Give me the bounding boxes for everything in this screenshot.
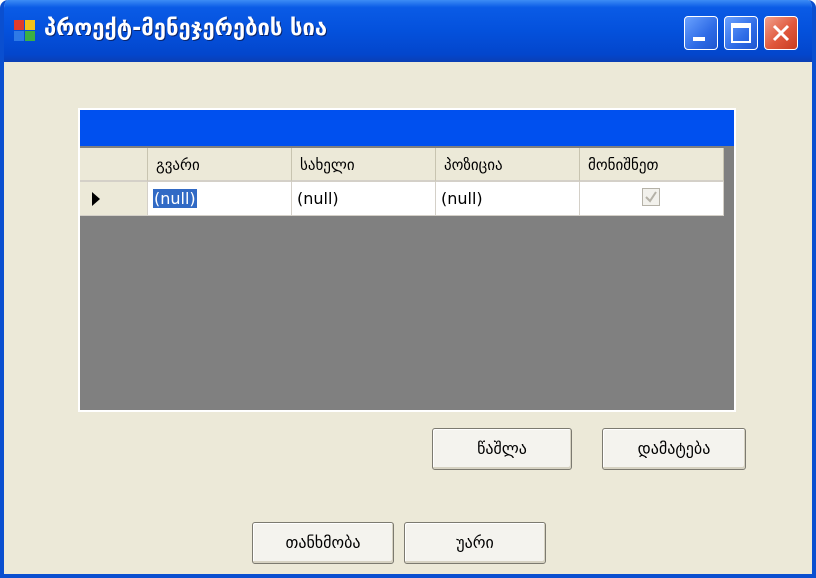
maximize-icon [731, 23, 751, 43]
cell-surname[interactable]: (null) [148, 182, 292, 216]
cell-position[interactable]: (null) [436, 182, 580, 216]
column-header-surname[interactable]: გვარი [148, 148, 292, 182]
checkmark-icon [645, 191, 657, 203]
title-bar[interactable]: პროექტ-მენეჯერების სია [4, 0, 812, 62]
select-checkbox[interactable] [642, 188, 660, 206]
grid-caption-bar [80, 110, 734, 146]
add-button[interactable]: დამატება [602, 428, 746, 470]
column-header-position[interactable]: პოზიცია [436, 148, 580, 182]
ok-button[interactable]: თანხმობა [252, 522, 394, 564]
close-icon [772, 24, 790, 42]
project-managers-grid[interactable]: გვარი სახელი პოზიცია მონიშნეთ (null) (nu… [78, 108, 736, 412]
delete-button[interactable]: წაშლა [432, 428, 572, 470]
row-header[interactable] [80, 182, 148, 216]
app-window: პროექტ-მენეჯერების სია გვარი სახელი პოზი… [0, 0, 816, 578]
maximize-button[interactable] [724, 16, 758, 50]
minimize-button[interactable] [684, 16, 718, 50]
grid-header-row: გვარი სახელი პოზიცია მონიშნეთ [80, 148, 734, 182]
cell-surname-text: (null) [153, 189, 197, 208]
cell-name[interactable]: (null) [292, 182, 436, 216]
minimize-icon [693, 37, 705, 41]
column-header-name[interactable]: სახელი [292, 148, 436, 182]
close-button[interactable] [764, 16, 798, 50]
cell-select[interactable] [580, 182, 724, 216]
column-header-select[interactable]: მონიშნეთ [580, 148, 724, 182]
grid-data-row[interactable]: (null) (null) (null) [80, 182, 734, 216]
app-icon [14, 20, 36, 42]
window-title: პროექტ-მენეჯერების სია [44, 16, 328, 41]
row-header-corner [80, 148, 148, 182]
current-row-arrow-icon [92, 192, 100, 206]
cancel-button[interactable]: უარი [404, 522, 546, 564]
